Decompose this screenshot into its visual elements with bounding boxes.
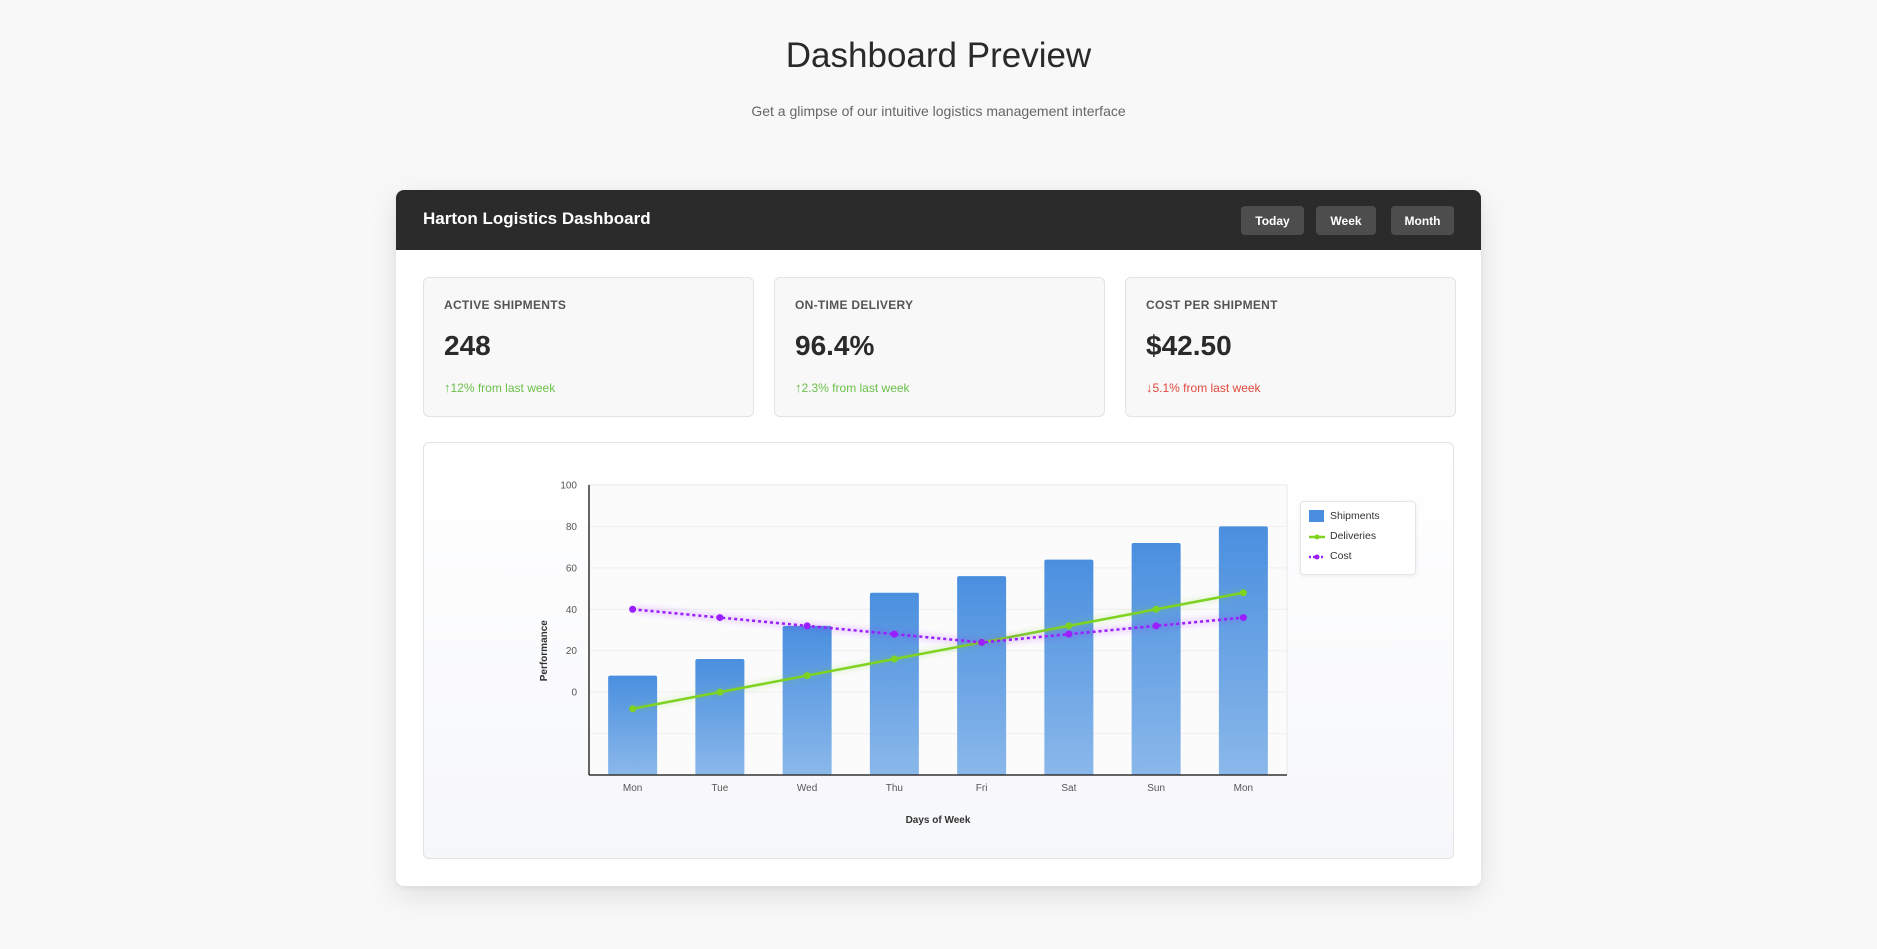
bar-shipments bbox=[869, 592, 919, 775]
point-cost bbox=[1065, 630, 1073, 638]
kpi-change-text: 5.1% from last week bbox=[1152, 381, 1261, 395]
y-tick-label: 100 bbox=[560, 481, 577, 492]
x-tick-label: Wed bbox=[797, 783, 817, 794]
kpi-change: ↑2.3% from last week bbox=[795, 380, 910, 395]
legend-label: Shipments bbox=[1330, 510, 1380, 522]
kpi-value: 248 bbox=[444, 330, 491, 361]
legend-label: Cost bbox=[1330, 550, 1352, 562]
bar-shipments bbox=[1218, 526, 1268, 775]
point-cost bbox=[978, 638, 986, 646]
bar-shipments bbox=[957, 576, 1007, 775]
bar-shipments bbox=[782, 625, 832, 775]
bar-shipments bbox=[1044, 559, 1094, 775]
performance-chart-panel: 0 20 40 60 80 100 Mon Tue Wed Thu Fri Sat Sun Mon Days… bbox=[423, 442, 1454, 859]
y-tick-label: 40 bbox=[566, 605, 578, 616]
point-cost bbox=[803, 622, 811, 630]
kpi-change-text: 2.3% from last week bbox=[801, 381, 910, 395]
legend-label: Deliveries bbox=[1330, 530, 1377, 542]
point-deliveries bbox=[1152, 605, 1160, 613]
page-title: Dashboard Preview bbox=[785, 36, 1092, 75]
x-tick-label: Fri bbox=[976, 783, 988, 794]
point-deliveries bbox=[1239, 589, 1247, 597]
performance-chart: 0 20 40 60 80 100 Mon Tue Wed Thu Fri Sat Sun Mon Days… bbox=[539, 481, 1288, 826]
point-deliveries bbox=[1065, 622, 1073, 630]
chart-legend: Shipments Deliveries Cost bbox=[1300, 501, 1416, 575]
x-tick-label: Sun bbox=[1147, 783, 1165, 794]
point-deliveries bbox=[716, 688, 724, 696]
x-axis-title: Days of Week bbox=[906, 815, 971, 826]
dashboard-card: Harton Logistics Dashboard Today Week Mo… bbox=[396, 190, 1481, 886]
y-tick-label: 0 bbox=[571, 688, 577, 699]
bar-shipments bbox=[608, 675, 658, 775]
y-tick-label: 60 bbox=[566, 563, 578, 574]
kpi-label: COST PER SHIPMENT bbox=[1146, 298, 1278, 312]
kpi-label: ACTIVE SHIPMENTS bbox=[444, 298, 567, 312]
bar-swatch-icon bbox=[1309, 510, 1324, 522]
solid-line-swatch-icon bbox=[1309, 534, 1325, 540]
kpi-change: ↓5.1% from last week bbox=[1146, 380, 1261, 395]
plot-area bbox=[588, 484, 1288, 776]
x-tick-label: Thu bbox=[886, 783, 903, 794]
kpi-card-active-shipments: ACTIVE SHIPMENTS 248 ↑12% from last week bbox=[423, 277, 754, 417]
kpi-value: $42.50 bbox=[1146, 330, 1232, 361]
point-cost bbox=[1239, 614, 1247, 622]
kpi-change: ↑12% from last week bbox=[444, 380, 555, 395]
point-deliveries bbox=[803, 672, 811, 680]
point-deliveries bbox=[890, 655, 898, 663]
week-button[interactable]: Week bbox=[1316, 206, 1376, 235]
today-button[interactable]: Today bbox=[1241, 206, 1304, 235]
bar-shipments bbox=[1131, 543, 1181, 775]
dashboard-header: Harton Logistics Dashboard Today Week Mo… bbox=[396, 190, 1481, 250]
month-button[interactable]: Month bbox=[1391, 206, 1454, 235]
y-axis-title: Performance bbox=[539, 620, 550, 682]
point-cost bbox=[629, 605, 637, 613]
point-cost bbox=[890, 630, 898, 638]
y-tick-label: 20 bbox=[566, 646, 578, 657]
x-tick-label: Tue bbox=[711, 783, 728, 794]
kpi-card-on-time-delivery: ON-TIME DELIVERY 96.4% ↑2.3% from last w… bbox=[774, 277, 1105, 417]
kpi-change-text: 12% from last week bbox=[450, 381, 556, 395]
point-cost bbox=[1152, 622, 1160, 630]
x-tick-label: Mon bbox=[623, 783, 642, 794]
y-tick-label: 80 bbox=[566, 522, 578, 533]
kpi-value: 96.4% bbox=[795, 330, 875, 361]
kpi-label: ON-TIME DELIVERY bbox=[795, 298, 914, 312]
point-cost bbox=[716, 614, 724, 622]
point-deliveries bbox=[629, 705, 637, 713]
x-tick-label: Sat bbox=[1061, 783, 1076, 794]
bar-shipments bbox=[695, 659, 745, 775]
x-tick-label: Mon bbox=[1234, 783, 1253, 794]
kpi-card-cost-per-shipment: COST PER SHIPMENT $42.50 ↓5.1% from last… bbox=[1125, 277, 1456, 417]
page-subtitle: Get a glimpse of our intuitive logistics… bbox=[751, 103, 1126, 119]
dotted-line-swatch-icon bbox=[1309, 554, 1325, 560]
dashboard-title: Harton Logistics Dashboard bbox=[423, 209, 651, 228]
